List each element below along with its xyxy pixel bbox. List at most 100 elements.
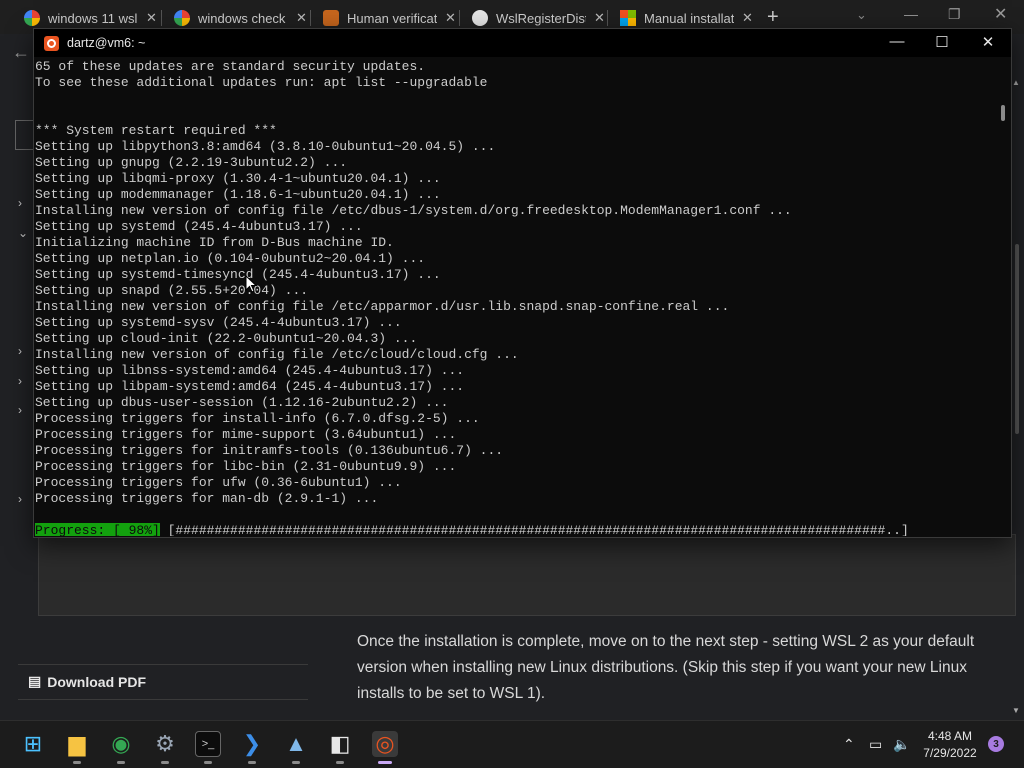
terminal-line: 65 of these updates are standard securit… [35,59,426,74]
terminal-titlebar[interactable]: dartz@vm6: ~ — ☐ ✕ [34,29,1011,57]
tab-close-icon[interactable]: ✕ [742,10,753,26]
system-clock[interactable]: 4:48 AM 7/29/2022 [918,728,982,762]
terminal-line: Setting up libpam-systemd:amd64 (245.4-4… [35,379,465,394]
back-arrow-icon[interactable]: ← [12,42,30,63]
taskbar: ⊞ ▆ ◉ ⚙ >_ ❯ ▲ ◧ ◎ ⌃ ▭ 🔈 4:48 AM 7/29/2022 3 [0,720,1024,768]
google-icon [24,10,40,26]
close-window-icon[interactable]: ✕ [994,4,1007,24]
terminal-window[interactable]: dartz@vm6: ~ — ☐ ✕ 65 of these updates a… [33,28,1012,538]
powershell-icon[interactable]: ❯ [239,731,265,757]
terminal-line: Setting up dbus-user-session (1.12.16-2u… [35,395,449,410]
progress-line: Progress: [ 98%] [######################… [35,523,998,536]
running-indicator [117,761,125,764]
tab-label: WslRegisterDist [496,10,586,26]
restore-window-icon[interactable]: ❐ [948,6,961,23]
tab-label: windows check [198,10,286,26]
terminal-line: *** System restart required *** [35,123,277,138]
volume-icon[interactable]: 🔈 [893,736,910,753]
tab-divider [161,10,162,26]
tab-divider [459,10,460,26]
terminal-line: Processing triggers for libc-bin (2.31-0… [35,459,457,474]
clock-date: 7/29/2022 [923,746,977,760]
running-indicator [161,761,169,764]
chrome-icon[interactable]: ◉ [108,731,134,757]
scroll-down-icon[interactable]: ▼ [1012,706,1020,715]
store-icon[interactable]: ◧ [327,731,353,757]
tab-divider [310,10,311,26]
terminal-line: Setting up gnupg (2.2.19-3ubuntu2.2) ... [35,155,348,170]
terminal-scrollbar-thumb[interactable] [1001,105,1005,121]
tab-divider [607,10,608,26]
scrollbar-thumb[interactable] [1015,244,1019,434]
terminal-icon[interactable]: >_ [195,731,221,757]
tab-close-icon[interactable]: ✕ [296,10,307,26]
download-pdf-link[interactable]: ▤ Download PDF [28,673,146,690]
terminal-line: Setting up libpython3.8:amd64 (3.8.10-0u… [35,139,496,154]
notification-badge[interactable]: 3 [988,736,1004,752]
terminal-line: Installing new version of config file /e… [35,203,792,218]
chevron-right-icon[interactable]: › [18,374,22,388]
scroll-up-icon[interactable]: ▲ [1012,78,1020,87]
tab-label: Human verificat [347,10,437,26]
terminal-line: Setting up systemd (245.4-4ubuntu3.17) .… [35,219,363,234]
terminal-minimize-icon[interactable]: — [882,33,912,50]
terminal-title: dartz@vm6: ~ [67,36,146,50]
new-tab-button[interactable]: + [767,6,779,29]
photos-icon[interactable]: ▲ [283,731,309,757]
tab-label: windows 11 wsl [48,10,138,26]
chevron-right-icon[interactable]: › [18,344,22,358]
tray-chevron-icon[interactable]: ⌃ [843,736,855,753]
terminal-line: Setting up systemd-sysv (245.4-4ubuntu3.… [35,315,402,330]
pdf-icon: ▤ [28,673,42,689]
running-indicator [73,761,81,764]
terminal-line: Installing new version of config file /e… [35,299,730,314]
progress-bar: [#######################################… [159,523,909,536]
network-icon[interactable]: ▭ [869,736,882,753]
terminal-line: Setting up netplan.io (0.104-0ubuntu2~20… [35,251,426,266]
chevron-right-icon[interactable]: › [18,403,22,417]
tab-search-icon[interactable]: ⌄ [856,7,867,23]
cloudflare-icon [323,10,339,26]
start-menu-icon[interactable]: ⊞ [20,731,46,757]
running-indicator [378,761,392,764]
terminal-output[interactable]: 65 of these updates are standard securit… [34,58,998,536]
ubuntu-icon [44,35,59,51]
microsoft-icon [620,10,636,26]
file-explorer-icon[interactable]: ▆ [64,731,90,757]
terminal-close-icon[interactable]: ✕ [973,33,1003,51]
terminal-line: Processing triggers for mime-support (3.… [35,427,457,442]
settings-icon[interactable]: ⚙ [152,731,178,757]
running-indicator [336,761,344,764]
chevron-down-icon[interactable]: ⌄ [18,226,28,240]
google-icon [174,10,190,26]
terminal-line: Processing triggers for initramfs-tools … [35,443,504,458]
terminal-line: Setting up systemd-timesyncd (245.4-4ubu… [35,267,441,282]
article-paragraph: Once the installation is complete, move … [357,633,975,702]
running-indicator [204,761,212,764]
chevron-right-icon[interactable]: › [18,492,22,506]
running-indicator [248,761,256,764]
tab-label: Manual installat [644,10,734,26]
chevron-right-icon[interactable]: › [18,196,22,210]
terminal-line: Setting up cloud-init (22.2-0ubuntu1~20.… [35,331,418,346]
terminal-line: Installing new version of config file /e… [35,347,519,362]
terminal-line: To see these additional updates run: apt… [35,75,488,90]
terminal-line: Setting up modemmanager (1.18.6-1~ubuntu… [35,187,441,202]
minimize-window-icon[interactable]: — [904,6,918,22]
sidebar-divider [18,699,308,700]
ubuntu-icon[interactable]: ◎ [372,731,398,757]
terminal-maximize-icon[interactable]: ☐ [927,33,957,51]
terminal-line: Processing triggers for man-db (2.9.1-1)… [35,491,379,506]
terminal-line: Setting up snapd (2.55.5+20.04) ... [35,283,309,298]
terminal-line: Setting up libnss-systemd:amd64 (245.4-4… [35,363,465,378]
tab-close-icon[interactable]: ✕ [594,10,605,26]
tab-close-icon[interactable]: ✕ [146,10,157,26]
embedded-image-frame [38,534,1016,616]
terminal-line: Initializing machine ID from D-Bus machi… [35,235,394,250]
tab-close-icon[interactable]: ✕ [445,10,456,26]
running-indicator [292,761,300,764]
page-scrollbar[interactable] [1013,74,1021,714]
